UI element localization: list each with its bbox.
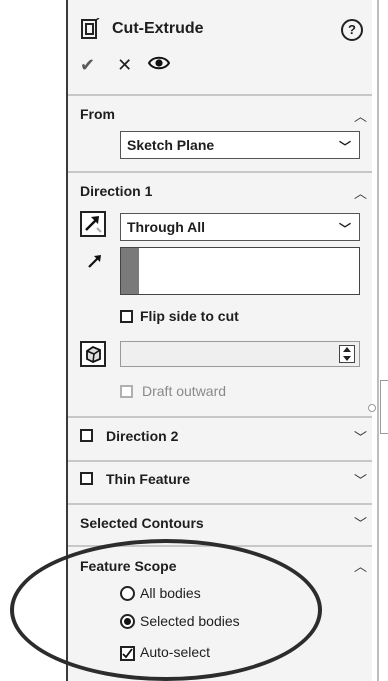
- splitter-grip-icon[interactable]: [368, 404, 376, 412]
- divider: [68, 503, 372, 505]
- chevron-down-icon[interactable]: ﹀: [354, 427, 367, 446]
- draft-outward-checkbox[interactable]: [120, 385, 133, 398]
- chevron-down-icon[interactable]: ﹀: [354, 513, 367, 532]
- spin-buttons[interactable]: [339, 345, 355, 363]
- end-condition-value: Through All: [127, 219, 206, 235]
- draft-outward-label: Draft outward: [142, 383, 227, 399]
- selection-indicator: [121, 248, 139, 294]
- page-title: Cut-Extrude: [112, 20, 204, 37]
- thin-feature-checkbox[interactable]: [80, 472, 93, 485]
- right-margin: [372, 0, 388, 681]
- chevron-up-icon[interactable]: ︿: [354, 183, 367, 202]
- panel-splitter[interactable]: [377, 0, 379, 681]
- draft-icon[interactable]: [80, 341, 106, 367]
- chevron-up-icon[interactable]: ︿: [354, 556, 367, 575]
- check-icon[interactable]: ✔: [80, 55, 95, 76]
- all-bodies-radio[interactable]: [120, 586, 135, 601]
- radio-selected-dot: [124, 618, 131, 625]
- direction2-checkbox[interactable]: [80, 429, 93, 442]
- all-bodies-label: All bodies: [140, 585, 201, 601]
- eye-icon[interactable]: [148, 55, 171, 76]
- auto-select-checkbox[interactable]: [120, 646, 135, 661]
- splitter-handle[interactable]: [380, 380, 388, 434]
- section-direction1-title[interactable]: Direction 1: [80, 183, 152, 199]
- end-condition-select[interactable]: Through All ﹀: [120, 213, 360, 241]
- selected-bodies-label: Selected bodies: [140, 613, 240, 629]
- reverse-direction-icon[interactable]: [80, 211, 106, 237]
- section-from-title[interactable]: From: [80, 106, 115, 122]
- divider: [68, 416, 372, 418]
- cut-extrude-icon: [80, 18, 100, 40]
- spin-up-icon[interactable]: [343, 347, 351, 352]
- chevron-down-icon[interactable]: ﹀: [354, 470, 367, 489]
- section-feature-scope-title[interactable]: Feature Scope: [80, 558, 176, 574]
- divider: [68, 545, 372, 547]
- from-select[interactable]: Sketch Plane ﹀: [120, 131, 360, 159]
- from-select-value: Sketch Plane: [127, 137, 215, 153]
- section-thin-feature-title[interactable]: Thin Feature: [106, 471, 190, 487]
- chevron-down-icon: ﹀: [338, 222, 351, 236]
- direction-reference-list[interactable]: [120, 247, 360, 295]
- selected-bodies-radio[interactable]: [120, 614, 135, 629]
- close-icon[interactable]: ✕: [117, 55, 132, 76]
- draft-angle-input[interactable]: [120, 341, 360, 367]
- flip-side-checkbox[interactable]: [120, 310, 133, 323]
- divider: [68, 171, 372, 173]
- spin-down-icon[interactable]: [343, 356, 351, 361]
- direction-arrow-icon: [86, 252, 104, 270]
- chevron-down-icon: ﹀: [338, 140, 351, 154]
- left-margin: [0, 0, 66, 681]
- action-bar: ✔ ✕: [80, 54, 171, 76]
- auto-select-label: Auto-select: [140, 644, 211, 660]
- flip-side-label: Flip side to cut: [140, 308, 239, 324]
- chevron-up-icon[interactable]: ︿: [354, 106, 367, 125]
- property-manager-container: Cut-Extrude ? ✔ ✕ From ︿ Sketch Plane ﹀ …: [0, 0, 388, 681]
- divider: [68, 94, 372, 96]
- help-icon[interactable]: ?: [341, 19, 363, 41]
- section-direction2-title[interactable]: Direction 2: [106, 428, 178, 444]
- divider: [68, 460, 372, 462]
- feature-header: Cut-Extrude: [80, 16, 204, 42]
- section-selected-contours-title[interactable]: Selected Contours: [80, 515, 204, 531]
